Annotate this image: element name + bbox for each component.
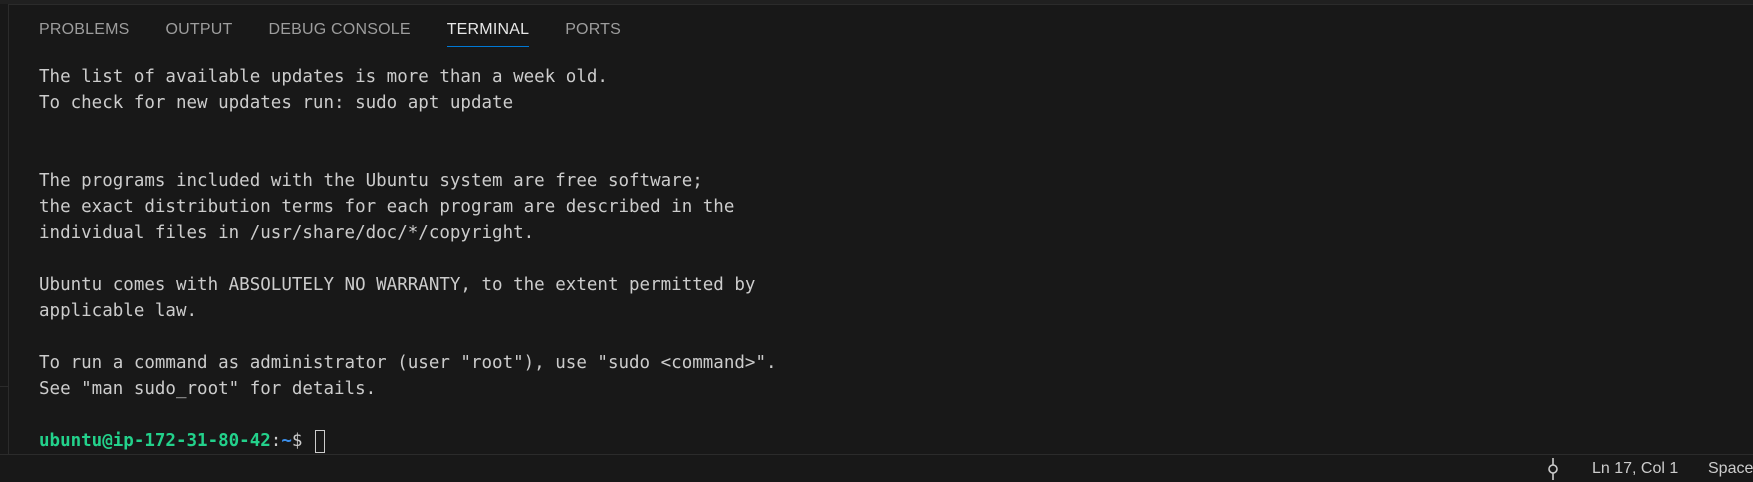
tab-terminal[interactable]: TERMINAL xyxy=(446,14,530,47)
source-control-commit-icon[interactable] xyxy=(1545,455,1561,482)
terminal-cursor[interactable] xyxy=(314,429,325,453)
terminal-prompt[interactable]: ubuntu@ip-172-31-80-42: ~ $ xyxy=(39,428,1729,454)
terminal-line: See "man sudo_root" for details. xyxy=(39,379,377,399)
terminal-line: To run a command as administrator (user … xyxy=(39,353,777,373)
prompt-user-host: ubuntu@ip-172-31-80-42 xyxy=(39,431,271,451)
tab-debug-console[interactable]: DEBUG CONSOLE xyxy=(269,14,411,46)
prompt-symbol: $ xyxy=(291,431,313,451)
indentation-setting[interactable]: Spaces xyxy=(1708,455,1753,482)
panel-tabs: PROBLEMS OUTPUT DEBUG CONSOLE TERMINAL P… xyxy=(39,14,657,48)
window-top-border xyxy=(0,0,1753,5)
terminal-line: applicable law. xyxy=(39,301,198,321)
terminal-line: individual files in /usr/share/doc/*/cop… xyxy=(39,223,535,243)
cursor-position[interactable]: Ln 17, Col 1 xyxy=(1592,455,1678,482)
tab-output[interactable]: OUTPUT xyxy=(166,14,233,46)
tab-ports[interactable]: PORTS xyxy=(565,14,621,46)
terminal-line: To check for new updates run: sudo apt u… xyxy=(39,93,514,113)
terminal-output[interactable]: The list of available updates is more th… xyxy=(39,64,1729,454)
terminal-line: The list of available updates is more th… xyxy=(39,67,608,87)
prompt-separator: : xyxy=(270,431,282,451)
tab-problems[interactable]: PROBLEMS xyxy=(39,14,130,46)
prompt-path: ~ xyxy=(281,431,292,451)
terminal-line: The programs included with the Ubuntu sy… xyxy=(39,171,703,191)
status-bar: Ln 17, Col 1 Spaces xyxy=(0,454,1753,482)
left-gutter xyxy=(0,4,9,454)
terminal-line: Ubuntu comes with ABSOLUTELY NO WARRANTY… xyxy=(39,275,756,295)
terminal-line: the exact distribution terms for each pr… xyxy=(39,197,735,217)
gutter-notch xyxy=(0,386,8,387)
